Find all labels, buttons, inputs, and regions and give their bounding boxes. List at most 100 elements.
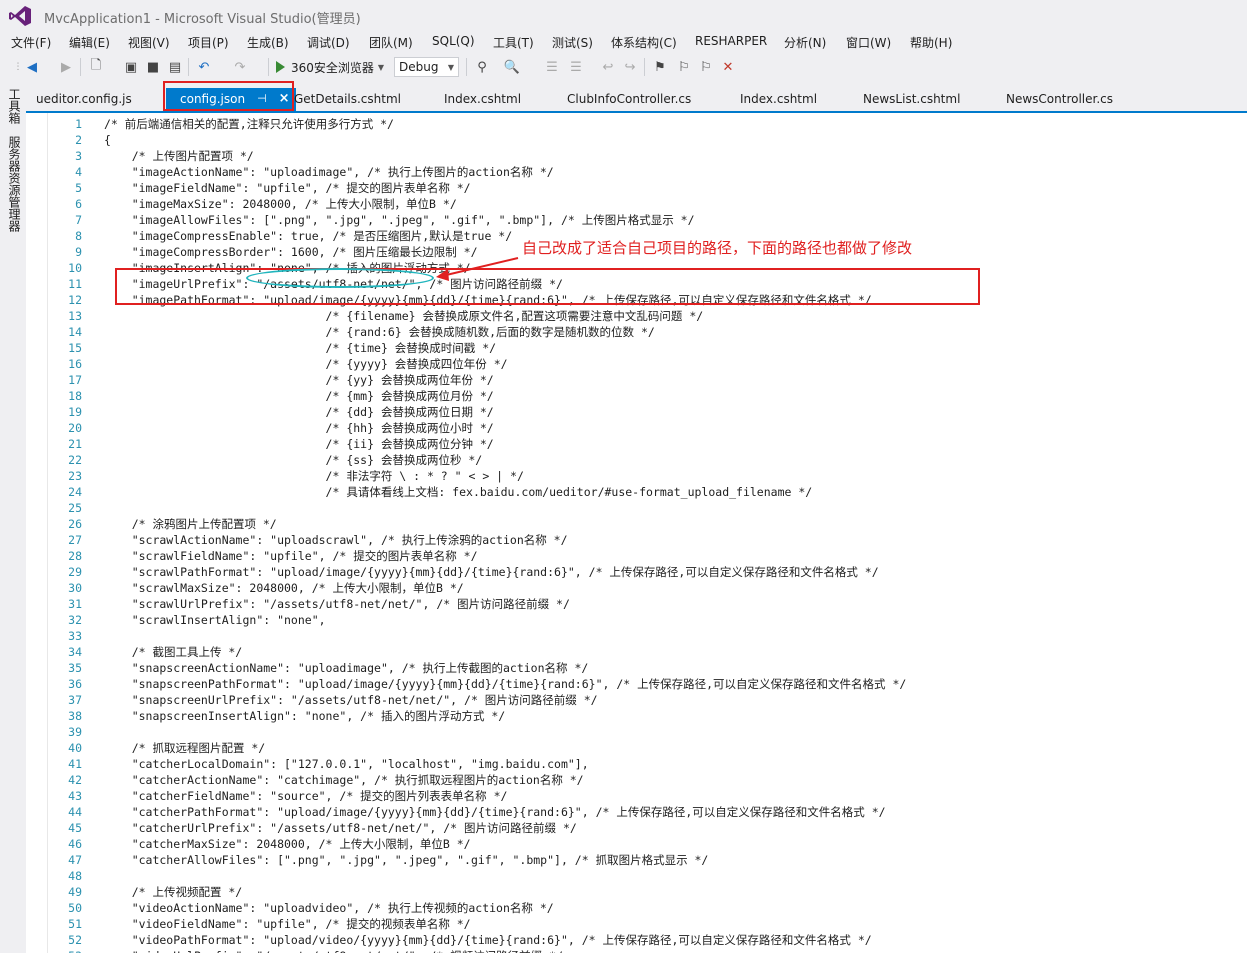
line-number: 5 [75, 181, 82, 195]
line-number: 7 [75, 213, 82, 227]
server-explorer-tab[interactable]: 服务器资源管理器 [6, 136, 23, 232]
tab-newslist-cshtml[interactable]: NewsList.cshtml [863, 92, 960, 106]
menu-project[interactable]: 项目(P) [188, 34, 229, 51]
menu-test[interactable]: 测试(S) [552, 34, 593, 51]
line-text: "videoActionName": "uploadvideo", /* 执行上… [104, 901, 554, 915]
line-number: 26 [68, 517, 82, 531]
line-number: 40 [68, 741, 82, 755]
line-number: 2 [75, 133, 82, 147]
url-prefix-highlight-ellipse [246, 268, 434, 288]
tab-newscontroller-cs[interactable]: NewsController.cs [1006, 92, 1113, 106]
back-icon[interactable]: ◀ [24, 59, 40, 75]
line-text: { [104, 133, 111, 147]
menu-team[interactable]: 团队(M) [369, 34, 413, 51]
solution-configuration-select[interactable]: Debug ▼ [394, 57, 459, 77]
forward-icon[interactable]: ▶ [58, 59, 74, 75]
side-tool-strip: 工具箱 服务器资源管理器 [0, 84, 26, 953]
line-number: 24 [68, 485, 82, 499]
line-text: /* 截图工具上传 */ [104, 645, 243, 659]
tab-clubinfocontroller-cs[interactable]: ClubInfoController.cs [567, 92, 691, 106]
find-in-files-icon[interactable]: 🔍 [504, 59, 520, 75]
clear-bookmarks-icon[interactable]: ✕ [720, 59, 736, 75]
line-number: 33 [68, 629, 82, 643]
save-all-icon[interactable]: ▤ [167, 59, 183, 75]
menu-view[interactable]: 视图(V) [128, 34, 170, 51]
redo-icon[interactable]: ↷ [232, 59, 248, 75]
title-bar: MvcApplication1 - Microsoft Visual Studi… [0, 0, 1247, 32]
step-back-icon[interactable]: ↩ [600, 59, 616, 75]
line-text: "scrawlPathFormat": "upload/image/{yyyy}… [104, 565, 879, 579]
menu-window[interactable]: 窗口(W) [846, 34, 891, 51]
menu-resharper[interactable]: RESHARPER [695, 34, 767, 48]
attach-process-icon[interactable]: ⚲ [474, 59, 490, 75]
menu-build[interactable]: 生成(B) [247, 34, 289, 51]
menu-analyze[interactable]: 分析(N) [784, 34, 826, 51]
line-number: 35 [68, 661, 82, 675]
line-number: 11 [68, 277, 82, 291]
line-number: 23 [68, 469, 82, 483]
previous-bookmark-icon[interactable]: ⚐ [676, 59, 692, 75]
tab-highlight-box [163, 81, 294, 111]
menu-help[interactable]: 帮助(H) [910, 34, 952, 51]
line-text: /* 非法字符 \ : * ? " < > | */ [104, 469, 524, 483]
uncomment-icon[interactable]: ☰ [568, 59, 584, 75]
step-forward-icon[interactable]: ↪ [622, 59, 638, 75]
line-number: 49 [68, 885, 82, 899]
indicator-margin [26, 113, 48, 953]
line-text: "imageCompressBorder": 1600, /* 图片压缩最长边限… [104, 245, 478, 259]
line-text: "catcherPathFormat": "upload/image/{yyyy… [104, 805, 886, 819]
toolbox-tab[interactable]: 工具箱 [6, 88, 23, 124]
line-text: "catcherAllowFiles": [".png", ".jpg", ".… [104, 853, 709, 867]
line-text: /* 上传图片配置项 */ [104, 149, 254, 163]
line-number: 46 [68, 837, 82, 851]
line-number: 9 [75, 245, 82, 259]
line-text: "imageCompressEnable": true, /* 是否压缩图片,默… [104, 229, 513, 243]
toolbar-separator [466, 58, 467, 76]
line-number: 31 [68, 597, 82, 611]
run-browser-label: 360安全浏览器 [291, 60, 374, 75]
line-text: "videoFieldName": "upfile", /* 提交的视频表单名称… [104, 917, 471, 931]
line-number: 43 [68, 789, 82, 803]
line-number: 45 [68, 821, 82, 835]
line-number: 12 [68, 293, 82, 307]
comment-icon[interactable]: ☰ [544, 59, 560, 75]
menu-architecture[interactable]: 体系结构(C) [611, 34, 677, 51]
tab-getdetails-cshtml[interactable]: GetDetails.cshtml [294, 92, 401, 106]
undo-icon[interactable]: ↶ [196, 59, 212, 75]
line-text: "snapscreenPathFormat": "upload/image/{y… [104, 677, 907, 691]
line-text: "imageFieldName": "upfile", /* 提交的图片表单名称… [104, 181, 471, 195]
menu-tools[interactable]: 工具(T) [493, 34, 534, 51]
start-debugging-button[interactable]: 360安全浏览器 ▼ [276, 58, 384, 76]
tab-index-cshtml-2[interactable]: Index.cshtml [740, 92, 817, 106]
line-text: "imageMaxSize": 2048000, /* 上传大小限制，单位B *… [104, 197, 457, 211]
line-number: 28 [68, 549, 82, 563]
line-number: 53 [52, 948, 82, 953]
line-number: 30 [68, 581, 82, 595]
tab-index-cshtml[interactable]: Index.cshtml [444, 92, 521, 106]
line-number: 47 [68, 853, 82, 867]
menu-edit[interactable]: 编辑(E) [69, 34, 110, 51]
line-text: /* {rand:6} 会替换成随机数,后面的数字是随机数的位数 */ [104, 325, 655, 339]
window-title: MvcApplication1 - Microsoft Visual Studi… [44, 12, 361, 27]
save-icon[interactable]: ■ [145, 59, 161, 75]
new-project-icon[interactable]: 🗋 [88, 58, 104, 75]
line-number: 16 [68, 357, 82, 371]
toolbar-separator [268, 58, 269, 76]
bookmark-icon[interactable]: ⚑ [652, 59, 668, 75]
line-text: "scrawlInsertAlign": "none", [104, 613, 326, 627]
line-number: 50 [68, 901, 82, 915]
line-text: /* {mm} 会替换成两位月份 */ [104, 389, 494, 403]
menu-sql[interactable]: SQL(Q) [432, 34, 475, 48]
line-number: 8 [75, 229, 82, 243]
tab-ueditor-config-js[interactable]: ueditor.config.js [36, 92, 132, 106]
line-number: 38 [68, 709, 82, 723]
menu-file[interactable]: 文件(F) [11, 34, 51, 51]
menu-debug[interactable]: 调试(D) [307, 34, 350, 51]
line-number: 10 [68, 261, 82, 275]
open-file-icon[interactable]: ▣ [123, 59, 139, 75]
line-text: /* 涂鸦图片上传配置项 */ [104, 517, 277, 531]
next-bookmark-icon[interactable]: ⚐ [698, 59, 714, 75]
line-number: 48 [68, 869, 82, 883]
line-text: "imageActionName": "uploadimage", /* 执行上… [104, 165, 554, 179]
line-number: 41 [68, 757, 82, 771]
